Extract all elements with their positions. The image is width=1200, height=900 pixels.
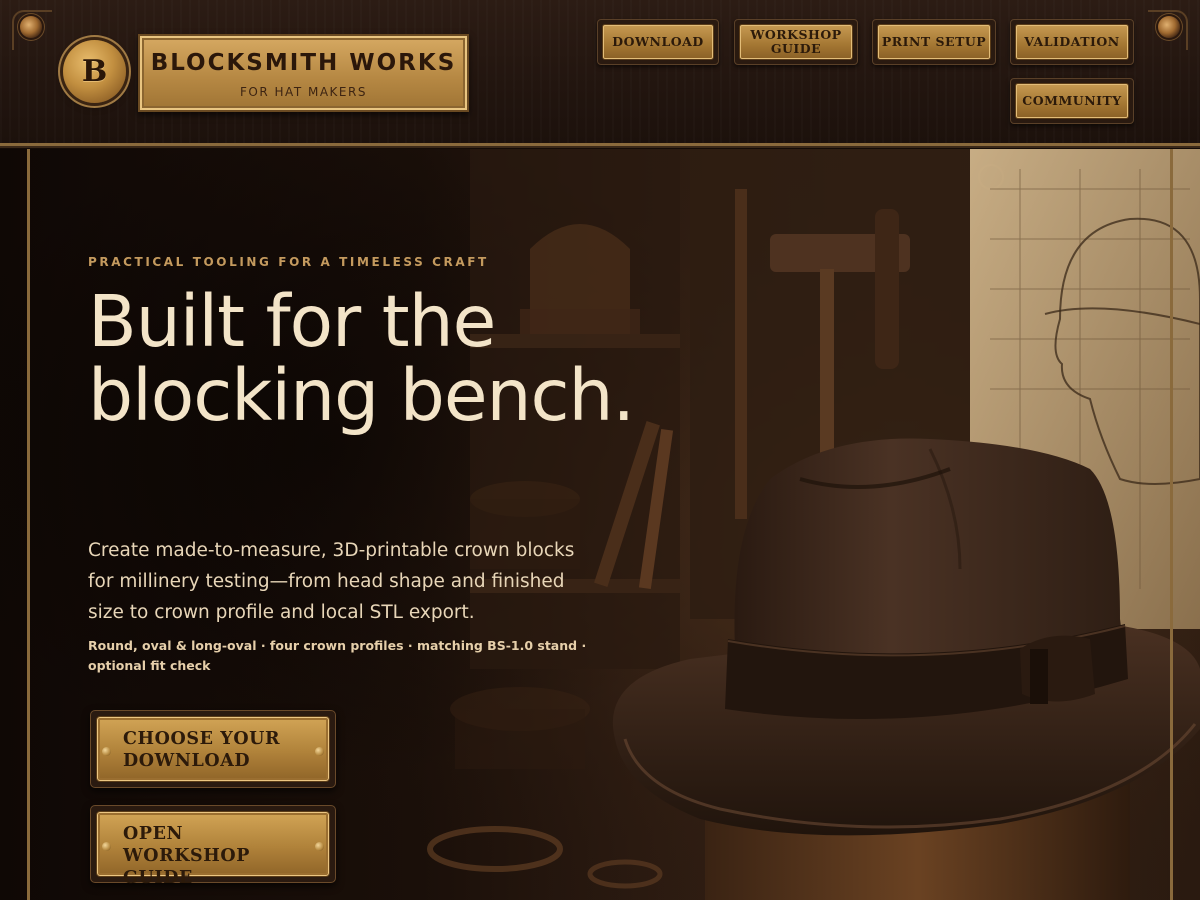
nav-button-label: PRINT SETUP <box>877 24 991 60</box>
choose-download-button[interactable]: CHOOSE YOUR DOWNLOAD <box>90 710 336 788</box>
rivet-icon <box>315 747 324 756</box>
cta-plate: CHOOSE YOUR DOWNLOAD <box>96 716 330 782</box>
logo-letter: B <box>81 54 108 89</box>
logo-badge-icon[interactable]: B <box>63 40 126 103</box>
nav-community-button[interactable]: COMMUNITY <box>1010 78 1134 124</box>
nav-button-label: WORKSHOP GUIDE <box>739 24 853 60</box>
rivet-icon <box>102 842 111 851</box>
nav-download-button[interactable]: DOWNLOAD <box>597 19 719 65</box>
cta-plate: OPEN WORKSHOP GUIDE <box>96 811 330 888</box>
rivet-icon <box>315 842 324 851</box>
nav-print-setup-button[interactable]: PRINT SETUP <box>872 19 996 65</box>
nav-button-label: DOWNLOAD <box>602 24 714 60</box>
brand-tagline: FOR HAT MAKERS <box>240 85 367 99</box>
hero-eyebrow: PRACTICAL TOOLING FOR A TIMELESS CRAFT <box>88 255 489 269</box>
cta-label: CHOOSE YOUR DOWNLOAD <box>123 729 281 771</box>
hero-section: PRACTICAL TOOLING FOR A TIMELESS CRAFT B… <box>0 149 1200 900</box>
rivet-icon <box>102 747 111 756</box>
site-header: B BLOCKSMITH WORKS FOR HAT MAKERS DOWNLO… <box>0 0 1200 146</box>
nav-button-label: VALIDATION <box>1015 24 1129 60</box>
brand-plate[interactable]: BLOCKSMITH WORKS FOR HAT MAKERS <box>138 34 469 112</box>
nav-button-label: COMMUNITY <box>1015 83 1129 119</box>
nav-workshop-guide-button[interactable]: WORKSHOP GUIDE <box>734 19 858 65</box>
open-workshop-guide-button[interactable]: OPEN WORKSHOP GUIDE <box>90 805 336 888</box>
rivet-icon <box>20 16 42 38</box>
hero-description: Create made-to-measure, 3D-printable cro… <box>88 540 575 623</box>
hero-headline: Built for the blocking bench. <box>88 280 635 437</box>
cta-label: OPEN WORKSHOP GUIDE <box>123 824 251 888</box>
nav-validation-button[interactable]: VALIDATION <box>1010 19 1134 65</box>
hero-feature-list: Round, oval & long-oval · four crown pro… <box>88 638 587 673</box>
rivet-icon <box>1158 16 1180 38</box>
brand-name: BLOCKSMITH WORKS <box>150 50 457 76</box>
